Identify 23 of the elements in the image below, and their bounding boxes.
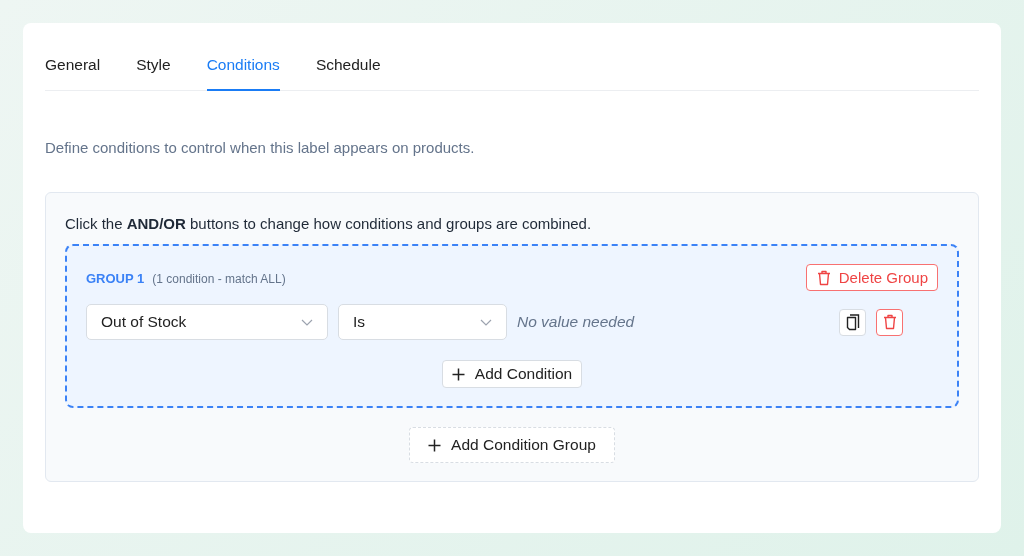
trash-icon bbox=[816, 269, 831, 286]
tab[interactable]: Style bbox=[136, 56, 171, 91]
description-text: Define conditions to control when this label appears on products. bbox=[45, 139, 476, 156]
plus-icon bbox=[428, 438, 442, 452]
delete-condition-button[interactable] bbox=[876, 308, 903, 336]
plus-icon bbox=[451, 367, 465, 381]
value-hint: No value needed bbox=[517, 313, 635, 331]
group-summary: (1 condition - match ALL) bbox=[152, 271, 286, 286]
operator-select[interactable]: Is bbox=[338, 304, 507, 340]
copy-icon bbox=[845, 313, 860, 331]
trash-icon bbox=[882, 314, 897, 330]
group-title: GROUP 1 bbox=[86, 270, 145, 286]
add-condition-group-button[interactable]: Add Condition Group bbox=[409, 427, 615, 463]
tab[interactable]: Schedule bbox=[315, 56, 381, 91]
chevron-down-icon bbox=[301, 318, 313, 326]
add-condition-button[interactable]: Add Condition bbox=[441, 360, 583, 388]
delete-group-button[interactable]: Delete Group bbox=[805, 264, 938, 291]
tab[interactable]: Conditions bbox=[206, 56, 280, 91]
chevron-down-icon bbox=[480, 318, 492, 326]
field-select[interactable]: Out of Stock bbox=[86, 304, 328, 340]
duplicate-button[interactable] bbox=[839, 308, 866, 336]
instruction-text: Click the AND/OR buttons to change how conditions and groups are combined. bbox=[65, 215, 593, 232]
tab[interactable]: General bbox=[45, 56, 101, 91]
